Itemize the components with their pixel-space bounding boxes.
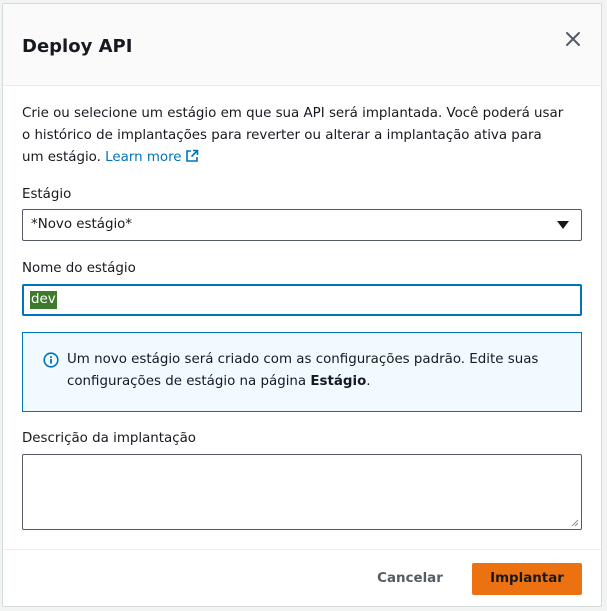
intro-description: Crie ou selecione um estágio em que sua … [22, 106, 564, 165]
modal-title: Deploy API [22, 36, 133, 57]
learn-more-link[interactable]: Learn more [105, 149, 198, 165]
caret-down-icon [557, 221, 569, 229]
stage-select-value: *Novo estágio* [31, 217, 133, 232]
close-icon [566, 32, 580, 46]
deploy-button[interactable]: Implantar [472, 563, 582, 595]
deploy-api-modal: Deploy API Crie ou selecione um estágio … [2, 3, 602, 607]
footer-divider [3, 549, 601, 550]
intro-text: Crie ou selecione um estágio em que sua … [22, 103, 567, 171]
info-text: Um novo estágio será criado com as confi… [67, 349, 567, 393]
description-textarea[interactable] [22, 454, 582, 530]
stage-name-value: dev [30, 291, 57, 309]
learn-more-label: Learn more [105, 150, 182, 165]
stage-name-label: Nome do estágio [22, 261, 136, 276]
info-text-end: . [366, 374, 371, 389]
info-text-main: Um novo estágio será criado com as confi… [67, 352, 539, 389]
cancel-button[interactable]: Cancelar [364, 563, 456, 595]
stage-select[interactable]: *Novo estágio* [22, 209, 582, 241]
stage-label: Estágio [22, 187, 72, 202]
stage-name-input[interactable]: dev [22, 284, 582, 316]
info-text-bold: Estágio [310, 374, 367, 389]
description-label: Descrição da implantação [22, 431, 196, 446]
modal-header: Deploy API [3, 4, 601, 86]
info-alert: Um novo estágio será criado com as confi… [22, 332, 582, 412]
close-button[interactable] [563, 29, 583, 49]
external-link-icon [185, 149, 199, 171]
info-icon [43, 352, 59, 368]
resize-handle-icon[interactable] [571, 519, 579, 527]
